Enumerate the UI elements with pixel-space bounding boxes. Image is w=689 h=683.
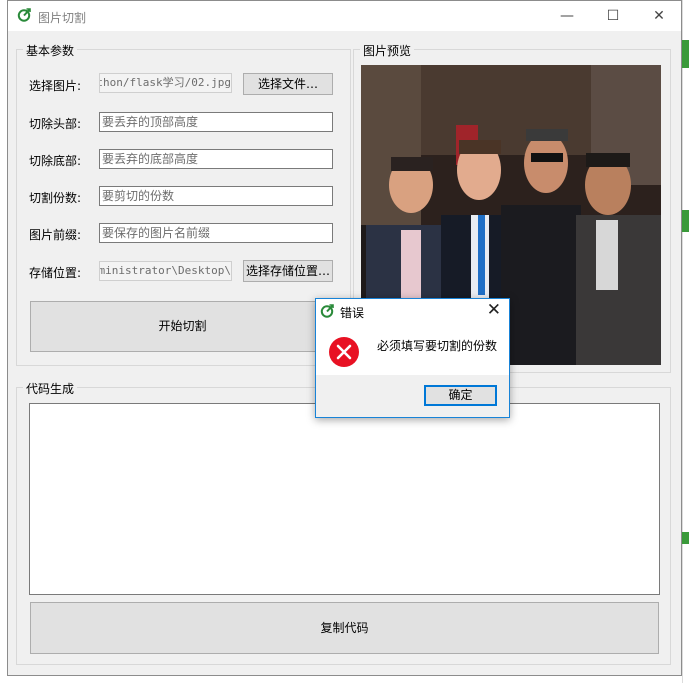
dialog-title-bar[interactable]: 错误 ✕ (316, 299, 509, 323)
dialog-close-button[interactable]: ✕ (487, 300, 501, 320)
image-path-field[interactable]: ython/flask学习/02.jpg (99, 73, 232, 93)
cut-bottom-input[interactable]: 要丢弃的底部高度 (99, 149, 333, 169)
cut-bottom-label: 切除底部: (29, 154, 82, 168)
error-dialog: 错误 ✕ 必须填写要切割的份数 确定 (315, 298, 510, 418)
select-image-label: 选择图片: (29, 79, 82, 93)
cut-top-label: 切除头部: (29, 117, 82, 131)
start-cut-button[interactable]: 开始切割 (30, 301, 335, 352)
prefix-input[interactable]: 要保存的图片名前缀 (99, 223, 333, 243)
pieces-input[interactable]: 要剪切的份数 (99, 186, 333, 206)
pieces-label: 切割份数: (29, 191, 82, 205)
dialog-ok-button[interactable]: 确定 (424, 385, 497, 406)
dialog-title: 错误 (340, 306, 365, 320)
dialog-body: 必须填写要切割的份数 (316, 323, 509, 375)
app-icon (17, 8, 31, 22)
save-location-label: 存储位置: (29, 266, 82, 280)
preview-group-title: 图片预览 (360, 42, 415, 59)
dialog-message: 必须填写要切割的份数 (377, 339, 498, 353)
close-button[interactable]: ✕ (636, 1, 682, 31)
select-save-location-button[interactable]: 选择存储位置… (243, 260, 333, 282)
code-group-title: 代码生成 (23, 380, 78, 397)
background-window-edge (682, 0, 689, 683)
title-bar[interactable]: 图片切割 — ☐ ✕ (8, 1, 681, 31)
select-file-button[interactable]: 选择文件… (243, 73, 333, 95)
background-decoration (682, 210, 689, 232)
app-icon (320, 304, 334, 318)
error-icon (329, 337, 359, 367)
prefix-label: 图片前缀: (29, 228, 82, 242)
background-decoration (682, 40, 689, 68)
save-location-field[interactable]: \Administrator\Desktop (99, 261, 232, 281)
code-output-textarea[interactable] (29, 403, 660, 595)
background-decoration (682, 532, 689, 544)
cut-top-input[interactable]: 要丢弃的顶部高度 (99, 112, 333, 132)
copy-code-button[interactable]: 复制代码 (30, 602, 659, 654)
params-group-title: 基本参数 (23, 42, 78, 59)
minimize-button[interactable]: — (544, 1, 590, 31)
maximize-button[interactable]: ☐ (590, 1, 636, 31)
window-title: 图片切割 (38, 11, 87, 25)
